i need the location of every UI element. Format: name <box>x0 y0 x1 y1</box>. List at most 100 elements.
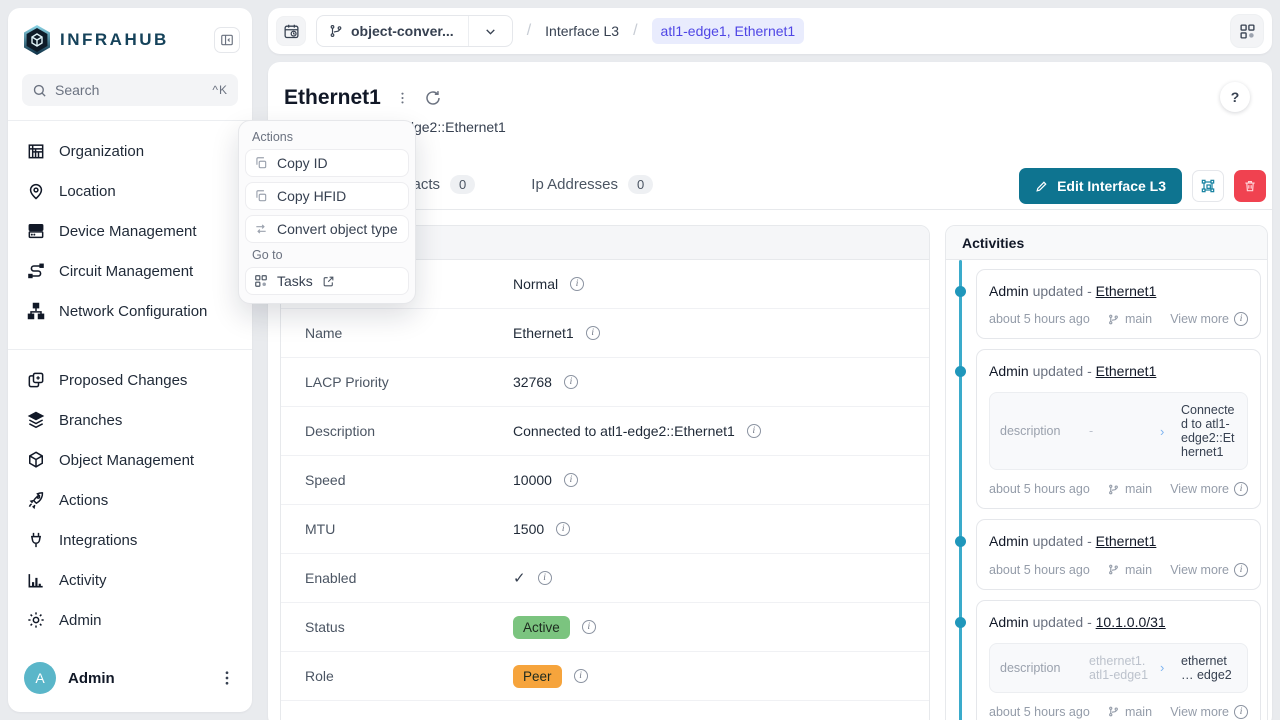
nav-label: Activity <box>59 572 107 589</box>
divider <box>8 120 252 121</box>
tasks-button[interactable] <box>1230 14 1264 48</box>
info-icon: i <box>1234 563 1248 577</box>
info-icon[interactable]: i <box>564 473 578 487</box>
menu-item-copy-id[interactable]: Copy ID <box>245 149 409 177</box>
sidebar-item-activity[interactable]: Activity <box>16 560 244 600</box>
activity-diff: description - › Connected to atl1-edge2:… <box>989 392 1248 470</box>
tab-label: Ip Addresses <box>531 176 618 193</box>
menu-item-label: Copy HFID <box>277 188 346 204</box>
activity-time: about 5 hours ago <box>989 312 1090 326</box>
enabled-check-icon: ✓ <box>513 569 526 587</box>
view-more-link[interactable]: View morei <box>1170 705 1248 719</box>
activity-branch: main <box>1125 312 1152 326</box>
help-button[interactable]: ? <box>1220 82 1250 112</box>
nav-label: Location <box>59 183 116 200</box>
info-icon[interactable]: i <box>582 620 596 634</box>
delete-object-button[interactable] <box>1234 170 1266 202</box>
info-icon[interactable]: i <box>538 571 552 585</box>
activity-diff: description ethernet1.atl1-edge1 › ether… <box>989 643 1248 693</box>
cube-icon <box>26 450 46 470</box>
info-icon[interactable]: i <box>574 669 588 683</box>
search-input[interactable] <box>55 82 204 98</box>
sidebar-item-network-configuration[interactable]: Network Configuration <box>16 291 244 331</box>
activity-branch: main <box>1125 482 1152 496</box>
nav-label: Admin <box>59 612 102 629</box>
activities-timeline: Admin updated - Ethernet1 about 5 hours … <box>946 260 1267 720</box>
manage-groups-button[interactable] <box>1192 170 1224 202</box>
activity-action: updated - <box>1033 533 1092 549</box>
breadcrumb-interface-l3[interactable]: Interface L3 <box>545 23 619 39</box>
activity-branch: main <box>1125 563 1152 577</box>
sidebar-item-branches[interactable]: Branches <box>16 400 244 440</box>
detail-row: MTU 1500i <box>281 505 929 554</box>
branch-dropdown-toggle[interactable] <box>468 16 512 46</box>
view-more-link[interactable]: View morei <box>1170 482 1248 496</box>
topbar: object-conver... / Interface L3 / atl1-e… <box>268 8 1272 54</box>
breadcrumb-current-object[interactable]: atl1-edge1, Ethernet1 <box>652 18 805 44</box>
detail-value: Ethernet1 <box>513 325 574 341</box>
git-branch-icon <box>1108 314 1119 325</box>
detail-row: Enabled ✓i <box>281 554 929 603</box>
sidebar-item-integrations[interactable]: Integrations <box>16 520 244 560</box>
object-actions-kebab-icon[interactable] <box>395 90 410 106</box>
sidebar-collapse-button[interactable] <box>214 27 240 53</box>
sidebar-item-proposed-changes[interactable]: Proposed Changes <box>16 360 244 400</box>
diff-field: description <box>1000 661 1080 675</box>
sidebar-item-organization[interactable]: Organization <box>16 131 244 171</box>
server-icon <box>26 221 46 241</box>
timeline-line <box>959 260 962 720</box>
activity-object-link[interactable]: Ethernet1 <box>1096 283 1157 299</box>
rocket-icon <box>26 490 46 510</box>
menu-item-copy-hfid[interactable]: Copy HFID <box>245 182 409 210</box>
sidebar-item-admin[interactable]: Admin <box>16 600 244 640</box>
building-icon <box>26 141 46 161</box>
copy-icon <box>254 189 268 203</box>
activity-object-link[interactable]: Ethernet1 <box>1096 533 1157 549</box>
edit-interface-button[interactable]: Edit Interface L3 <box>1019 168 1182 204</box>
branch-selector[interactable]: object-conver... <box>316 15 513 47</box>
avatar: A <box>24 662 56 694</box>
info-icon[interactable]: i <box>564 375 578 389</box>
network-tree-icon <box>26 301 46 321</box>
search-icon <box>32 83 47 98</box>
info-icon[interactable]: i <box>570 277 584 291</box>
divider <box>8 349 252 350</box>
activity-time: about 5 hours ago <box>989 482 1090 496</box>
search-box[interactable]: ^K <box>22 74 238 106</box>
activity-actor: Admin <box>989 363 1029 379</box>
breadcrumb-separator: / <box>523 22 535 40</box>
menu-item-label: Tasks <box>277 273 313 289</box>
diff-copy-icon <box>26 370 46 390</box>
view-more-link[interactable]: View morei <box>1170 563 1248 577</box>
user-row[interactable]: A Admin <box>8 648 252 712</box>
status-badge: Active <box>513 616 570 639</box>
sidebar-item-actions[interactable]: Actions <box>16 480 244 520</box>
menu-item-tasks[interactable]: Tasks <box>245 267 409 295</box>
sidebar-item-device-management[interactable]: Device Management <box>16 211 244 251</box>
view-more-label: View more <box>1170 312 1229 326</box>
info-icon[interactable]: i <box>556 522 570 536</box>
user-menu-kebab-icon[interactable] <box>218 669 236 687</box>
activity-object-link[interactable]: Ethernet1 <box>1096 363 1157 379</box>
diff-arrow-icon: › <box>1160 660 1172 675</box>
sidebar-item-circuit-management[interactable]: Circuit Management <box>16 251 244 291</box>
git-branch-icon <box>1108 706 1119 717</box>
sidebar-item-object-management[interactable]: Object Management <box>16 440 244 480</box>
activity-card: Admin updated - 10.1.0.0/31 description … <box>976 600 1261 720</box>
activities-panel: Activities Admin updated - Ethernet1 abo… <box>945 225 1268 720</box>
refresh-icon[interactable] <box>424 89 442 107</box>
calendar-clock-icon <box>283 23 300 40</box>
git-branch-icon <box>329 24 343 38</box>
info-icon[interactable]: i <box>747 424 761 438</box>
info-icon[interactable]: i <box>586 326 600 340</box>
external-link-icon <box>322 275 335 288</box>
tab-ip-addresses[interactable]: Ip Addresses 0 <box>531 175 653 194</box>
view-more-link[interactable]: View morei <box>1170 312 1248 326</box>
sidebar-item-location[interactable]: Location <box>16 171 244 211</box>
activity-object-link[interactable]: 10.1.0.0/31 <box>1096 614 1166 630</box>
nav-label: Actions <box>59 492 108 509</box>
menu-item-convert-object-type[interactable]: Convert object type <box>245 215 409 243</box>
time-travel-button[interactable] <box>276 16 306 46</box>
activity-time: about 5 hours ago <box>989 705 1090 719</box>
branch-name: object-conver... <box>351 23 454 39</box>
